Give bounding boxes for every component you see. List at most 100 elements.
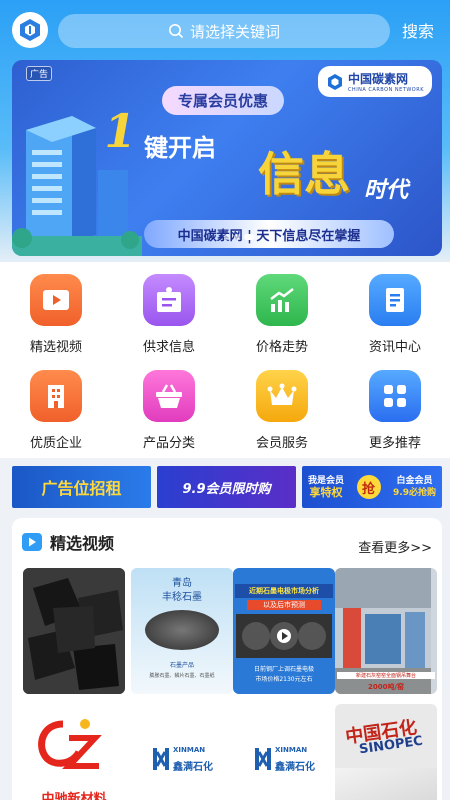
thumb-title: 青岛 [172, 578, 192, 589]
ad-for-rent-text: 广告位招租 [41, 479, 122, 498]
view-more-link[interactable]: 查看更多>> [358, 537, 432, 556]
thumb-caption-2: 市场价格2130元左右 [255, 676, 313, 683]
ad-for-rent[interactable]: 广告位招租 [12, 466, 151, 508]
trend-chart-icon [270, 288, 294, 312]
crown-icon [267, 383, 297, 405]
grid-item-videos[interactable]: 精选视频 [0, 274, 112, 355]
graphite-powder-image [145, 610, 219, 650]
video-thumbnail[interactable]: 青岛 丰稔石墨 石墨产品 膨胀石墨、鳞片石墨、石墨纸 [131, 568, 233, 694]
video-section-icon [22, 533, 42, 551]
grid-item-enterprise[interactable]: 优质企业 [0, 370, 112, 451]
carbon-logo-icon [20, 19, 40, 41]
app-logo[interactable] [12, 12, 48, 48]
ad-tag: 广告 [26, 66, 53, 81]
grid-icon-box [30, 274, 82, 326]
video-thumbnail[interactable]: 中驰新材料 [23, 704, 125, 800]
brand-name: 中国碳素网 [347, 72, 408, 86]
thumb-title: 近期石墨电极市场分析 [235, 584, 333, 598]
xinman-logo-icon [255, 748, 271, 770]
carousel-dot[interactable] [234, 234, 240, 240]
thumb-subtitle: 鑫满石化 [173, 762, 213, 773]
thumb-title: 新建石灰窑窑全面钢吊舞台 [337, 672, 435, 679]
banner-brand: 中国碳素网 CHINA CARBON NETWORK [317, 66, 432, 97]
xinman-logo-icon [153, 748, 169, 770]
carousel-dot[interactable] [224, 234, 230, 240]
grid-label: 价格走势 [255, 340, 308, 355]
ad-grab-badge: 抢 [356, 475, 381, 499]
grid-label: 会员服务 [255, 436, 308, 451]
banner-line2: 时代 [364, 178, 409, 203]
zhongchi-logo-image [38, 719, 102, 769]
banner-slogan: 中国碳素网 | 天下信息尽在掌握 [144, 220, 394, 248]
video-play-icon [43, 290, 69, 310]
ad-vip-privilege[interactable]: 我是会员 享特权 抢 白金会员 9.9必抢购 [302, 466, 442, 508]
grid-apps-icon [384, 385, 406, 407]
grid-icon-box [369, 274, 421, 326]
brand-logo-icon [327, 73, 342, 90]
video-thumbnail[interactable]: XINMAN 鑫满石化 [131, 704, 233, 800]
grid-icon-box [256, 370, 308, 422]
video-thumbnail[interactable]: 中国石化 SINOPEC [335, 704, 437, 800]
feature-grid: 精选视频 供求信息 价格走势 资讯中心 优质企业 产品分类 会员服务 更多推荐 [0, 262, 450, 458]
grid-item-membership[interactable]: 会员服务 [226, 370, 338, 451]
video-thumbnail[interactable]: 近期石墨电极市场分析 以及后市预测 日前钢厂上调石墨电极 市场价格2130元左右 [233, 568, 335, 694]
basket-icon [156, 384, 182, 408]
grid-label: 资讯中心 [368, 340, 421, 355]
grid-label: 产品分类 [142, 436, 195, 451]
search-button[interactable]: 搜索 [402, 18, 434, 42]
video-thumbnail[interactable] [23, 568, 125, 694]
thumb-caption: 日前钢厂上调石墨电极 [253, 666, 314, 673]
thumb-subtitle: 鑫满石化 [275, 762, 315, 773]
promo-banner[interactable]: 广告 中国碳素网 CHINA CARBON NETWORK 专属会员优惠 1 键… [12, 60, 442, 256]
grid-label: 更多推荐 [368, 436, 421, 451]
grid-icon-box [30, 370, 82, 422]
grid-icon-box [143, 274, 195, 326]
ad-strip: 广告位招租 9.9会员限时购 我是会员 享特权 抢 白金会员 9.9必抢购 [12, 466, 442, 508]
thumb-subtitle: 丰稔石墨 [162, 592, 202, 603]
featured-videos-card: 精选视频 查看更多>> 青岛 丰稔石墨 石墨产品 膨胀石墨、鳞片石墨、石墨纸 近… [12, 518, 442, 800]
search-placeholder: 请选择关键词 [189, 22, 280, 41]
graphite-blocks-image [23, 568, 125, 694]
grid-icon-box [369, 370, 421, 422]
document-icon [386, 288, 404, 312]
grid-item-category[interactable]: 产品分类 [113, 370, 225, 451]
thumb-title: XINMAN [275, 746, 308, 754]
grid-label: 供求信息 [142, 340, 195, 355]
thumb-title: 中驰新材料 [41, 792, 107, 800]
section-title: 精选视频 [50, 534, 115, 553]
ad-vip-line4: 9.9必抢购 [393, 488, 436, 498]
thumb-subtitle: 以及后市预测 [247, 600, 321, 610]
thumb-caption-2: 膨胀石墨、鳞片石墨、石墨纸 [149, 673, 215, 679]
video-thumbnail[interactable]: 新建石灰窑窑全面钢吊舞台 2000吨/窑 [335, 568, 437, 694]
grid-icon-box [143, 370, 195, 422]
city-building-illustration [12, 116, 142, 256]
grid-item-more[interactable]: 更多推荐 [339, 370, 450, 451]
building-icon [48, 385, 64, 408]
thumb-caption: 石墨产品 [169, 662, 194, 669]
electrode-image [236, 614, 332, 658]
grid-item-supply[interactable]: 供求信息 [113, 274, 225, 355]
banner-pill: 专属会员优惠 [162, 86, 285, 115]
grid-label: 优质企业 [29, 436, 82, 451]
bag-texture [335, 768, 437, 800]
ad-vip-line2: 享特权 [309, 486, 343, 499]
search-input[interactable]: 请选择关键词 [58, 14, 390, 48]
search-icon [168, 24, 184, 39]
notice-board-icon [157, 287, 181, 312]
section-header: 精选视频 [22, 530, 114, 554]
ad-member-sale[interactable]: 9.9会员限时购 [157, 466, 296, 508]
thumb-subtitle: 2000吨/窑 [367, 683, 405, 691]
ad-vip-line3: 白金会员 [396, 476, 433, 486]
grid-label: 精选视频 [29, 340, 82, 355]
grid-item-price[interactable]: 价格走势 [226, 274, 338, 355]
thumb-title: XINMAN [173, 746, 206, 754]
video-thumbnail[interactable]: XINMAN 鑫满石化 [233, 704, 335, 800]
carousel-dot-active[interactable] [244, 234, 254, 240]
brand-english: CHINA CARBON NETWORK [347, 87, 424, 93]
grid-item-news[interactable]: 资讯中心 [339, 274, 450, 355]
grid-icon-box [256, 274, 308, 326]
banner-headline: 信息 [258, 147, 350, 201]
ad-member-sale-text: 9.9会员限时购 [182, 481, 271, 497]
carousel-dots[interactable] [224, 234, 254, 240]
banner-line1: 键开启 [144, 134, 216, 162]
